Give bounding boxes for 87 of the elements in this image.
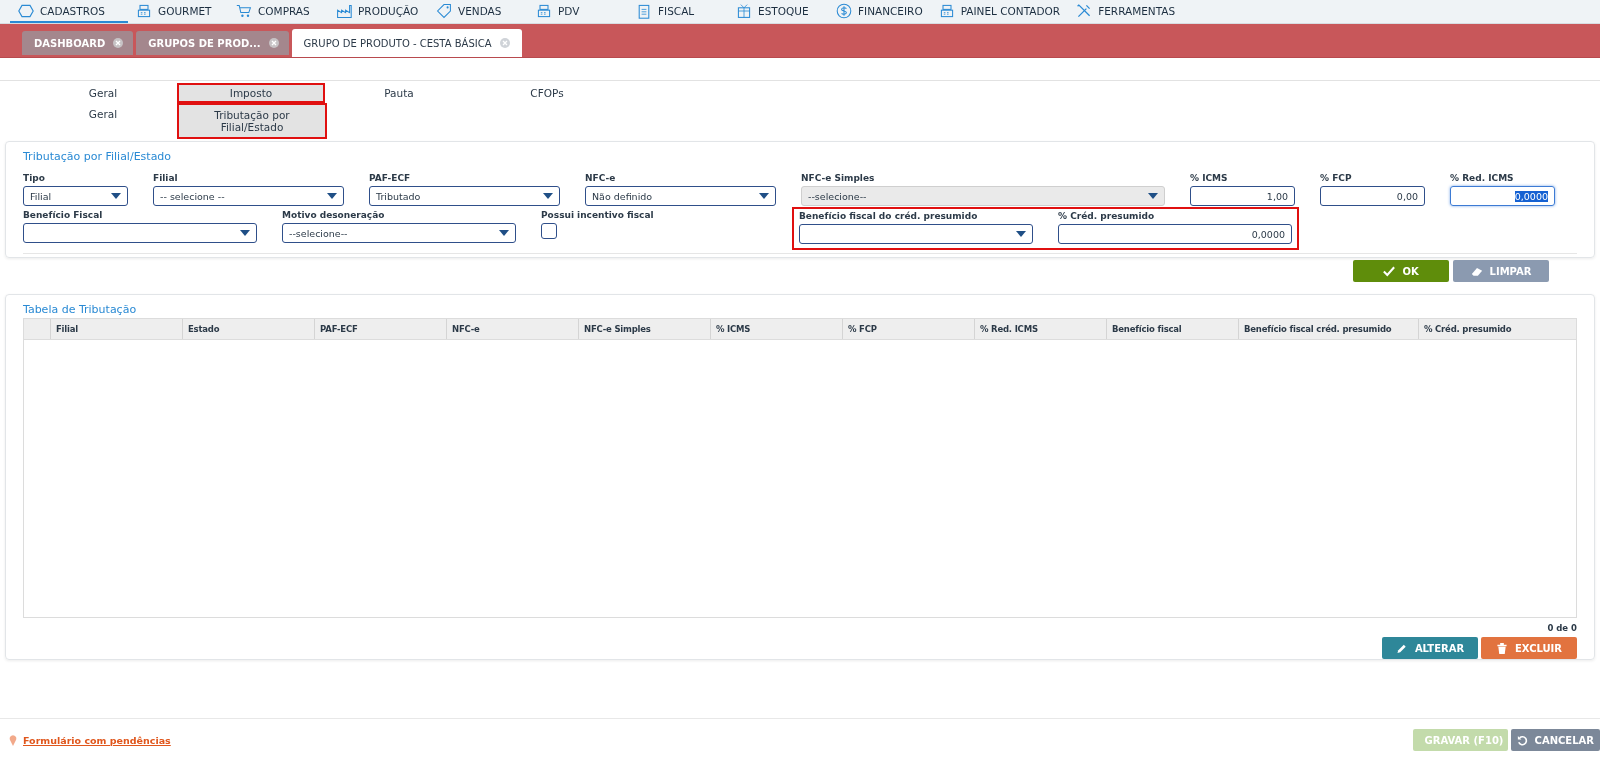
- section-tab[interactable]: CFOPs: [473, 83, 621, 103]
- caret-icon: [240, 230, 250, 236]
- field-label: NFC-e Simples: [801, 173, 876, 183]
- menu-item[interactable]: ESTOQUE: [728, 0, 828, 23]
- clipboard-icon: [636, 2, 652, 19]
- input-field[interactable]: 0,0000: [1058, 224, 1292, 244]
- tag-icon: [436, 2, 452, 19]
- caret-icon: [1148, 193, 1158, 199]
- dropdown[interactable]: Filial: [23, 186, 128, 206]
- menu-item[interactable]: PAINEL CONTADOR: [930, 0, 1069, 23]
- pending-link[interactable]: Formulário com pendências: [23, 734, 171, 746]
- box-icon: [736, 2, 752, 19]
- menu-item[interactable]: PRODUÇÃO: [328, 0, 428, 23]
- field-label: Motivo desoneração: [282, 210, 386, 220]
- pencil-icon: [1395, 642, 1408, 654]
- column-header[interactable]: Filial: [50, 319, 182, 339]
- checkbox[interactable]: [541, 223, 557, 239]
- column-header[interactable]: % FCP: [842, 319, 974, 339]
- column-header[interactable]: % Red. ICMS: [974, 319, 1106, 339]
- dropdown[interactable]: -- selecione --: [153, 186, 344, 206]
- column-header[interactable]: % ICMS: [710, 319, 842, 339]
- column-header[interactable]: NFC-e: [446, 319, 578, 339]
- sub-tab[interactable]: Geral: [29, 103, 177, 139]
- field-label: % FCP: [1320, 173, 1353, 183]
- menu-item[interactable]: VENDAS: [428, 0, 528, 23]
- eraser-icon: [1470, 265, 1483, 277]
- caret-icon: [543, 193, 553, 199]
- hexagon-icon: [18, 2, 34, 19]
- cancel-button[interactable]: CANCELAR: [1511, 729, 1600, 751]
- field-label: Filial: [153, 173, 179, 183]
- field-label: % Créd. presumido: [1058, 211, 1156, 221]
- menu-item[interactable]: FISCAL: [628, 0, 728, 23]
- field-label: Tipo: [23, 173, 46, 183]
- input-field[interactable]: 1,00: [1190, 186, 1295, 206]
- column-header[interactable]: NFC-e Simples: [578, 319, 710, 339]
- menu-item[interactable]: GOURMET: [128, 0, 228, 23]
- dropdown[interactable]: Não definido: [585, 186, 776, 206]
- register-icon: [136, 2, 152, 19]
- trash-icon: [1495, 642, 1508, 654]
- field-label: % Red. ICMS: [1450, 173, 1515, 183]
- close-icon[interactable]: [113, 38, 124, 48]
- pin-icon: [9, 734, 17, 746]
- caret-icon: [1016, 231, 1026, 237]
- section-tab[interactable]: Geral: [29, 83, 177, 103]
- field-label: NFC-e: [585, 173, 617, 183]
- section-title: Tabela de Tributação: [23, 303, 138, 316]
- caret-icon: [499, 230, 509, 236]
- register-icon: [536, 2, 552, 19]
- field-label: Benefício fiscal do créd. presumido: [799, 211, 979, 221]
- column-header[interactable]: Benefício fiscal: [1106, 319, 1238, 339]
- menu-item[interactable]: FERRAMENTAS: [1068, 0, 1184, 23]
- dropdown[interactable]: [23, 223, 257, 243]
- field-label: Benefício Fiscal: [23, 210, 104, 220]
- menu-item[interactable]: PDV: [528, 0, 628, 23]
- column-header[interactable]: PAF-ECF: [314, 319, 446, 339]
- register-icon: [938, 2, 955, 19]
- close-icon[interactable]: [268, 38, 279, 48]
- field-label: % ICMS: [1190, 173, 1229, 183]
- section-title: Tributação por Filial/Estado: [23, 150, 173, 163]
- ok-button[interactable]: OK: [1353, 260, 1449, 282]
- caret-icon: [759, 193, 769, 199]
- sub-tab[interactable]: Tributação por Filial/Estado: [177, 103, 327, 139]
- menu-item[interactable]: COMPRAS: [228, 0, 328, 23]
- input-field[interactable]: 0,00: [1320, 186, 1425, 206]
- cart-icon: [236, 2, 252, 19]
- undo-icon: [1517, 734, 1528, 746]
- record-count: 0 de 0: [1547, 623, 1577, 633]
- caret-icon: [111, 193, 121, 199]
- caret-icon: [327, 193, 337, 199]
- field-label: PAF-ECF: [369, 173, 412, 183]
- input-field[interactable]: 0,0000: [1450, 186, 1555, 206]
- tools-icon: [1076, 2, 1093, 19]
- field-label: Possui incentivo fiscal: [541, 210, 655, 220]
- dollar-icon: [836, 2, 852, 19]
- section-tab[interactable]: Pauta: [325, 83, 473, 103]
- column-header[interactable]: Estado: [182, 319, 314, 339]
- check-icon: [1383, 265, 1396, 277]
- document-tab[interactable]: GRUPO DE PRODUTO - CESTA BÁSICA: [291, 29, 522, 57]
- menu-item[interactable]: FINANCEIRO: [828, 0, 931, 23]
- column-header[interactable]: % Créd. presumido: [1418, 319, 1576, 339]
- column-header[interactable]: Benefício fiscal créd. presumido: [1238, 319, 1418, 339]
- factory-icon: [336, 2, 352, 19]
- dropdown[interactable]: [799, 224, 1033, 244]
- dropdown[interactable]: --selecione--: [282, 223, 516, 243]
- dropdown[interactable]: Tributado: [369, 186, 560, 206]
- section-tab[interactable]: Imposto: [177, 83, 325, 103]
- edit-button[interactable]: ALTERAR: [1382, 637, 1478, 659]
